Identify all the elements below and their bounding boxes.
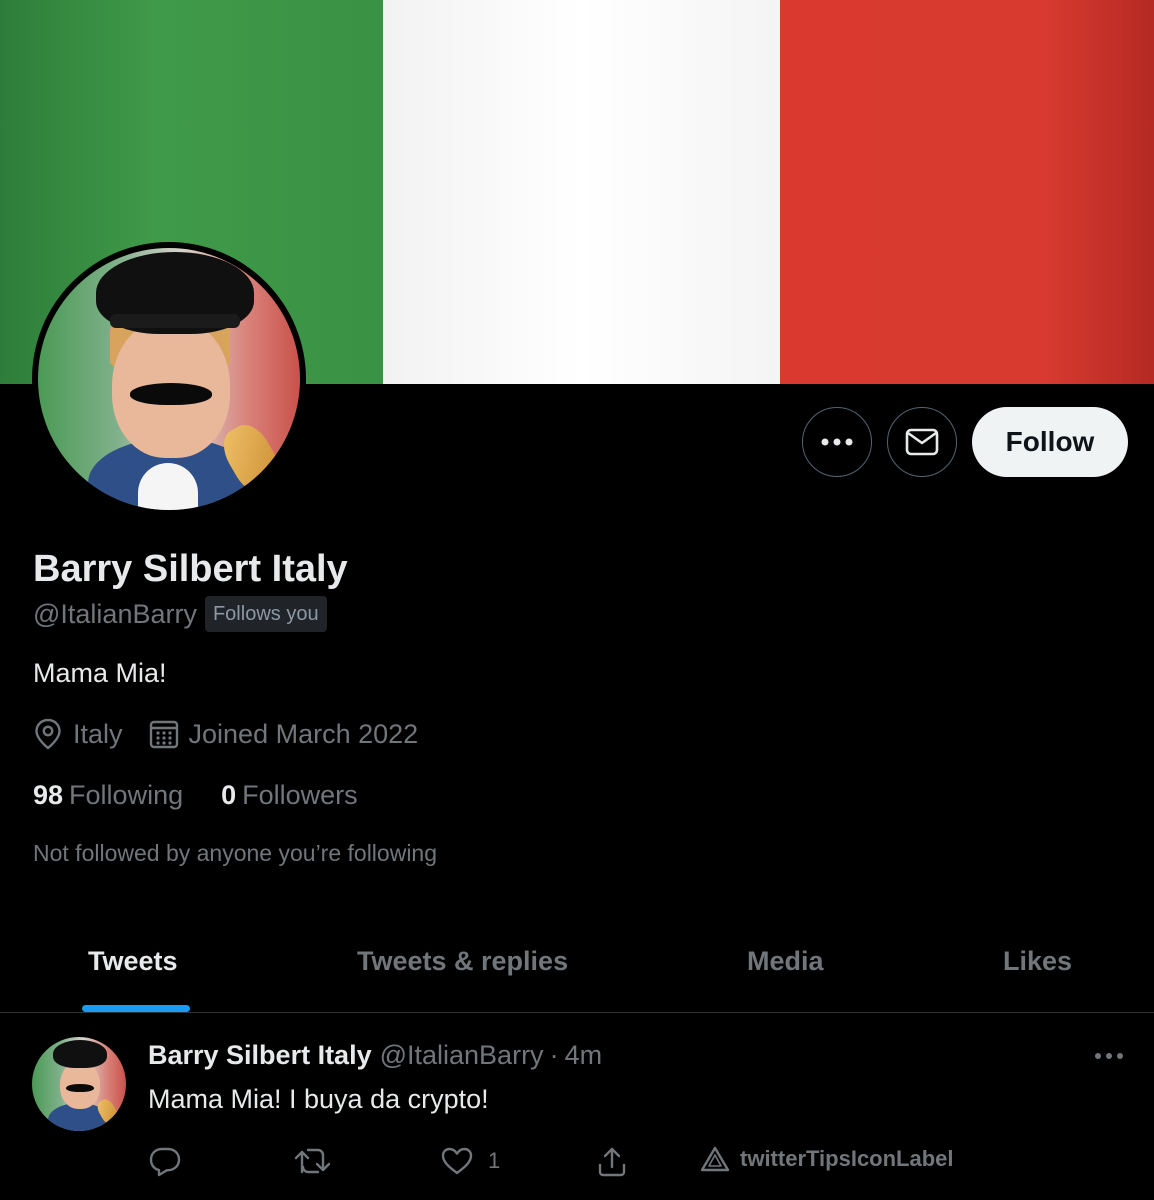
avatar-image (38, 248, 300, 510)
like-count: 1 (488, 1148, 501, 1173)
share-icon (598, 1147, 626, 1177)
tweet-header: Barry Silbert Italy @ItalianBarry · 4m (148, 1040, 602, 1071)
handle-row: @ItalianBarry Follows you (33, 596, 327, 632)
following-link[interactable]: 98 Following (33, 780, 183, 811)
follow-button[interactable]: Follow (972, 407, 1128, 477)
tweet-text: Mama Mia! I buya da crypto! (148, 1084, 489, 1114)
reply-button[interactable] (148, 1146, 182, 1178)
tweet-more-button[interactable] (1094, 1048, 1124, 1066)
message-button[interactable] (887, 407, 957, 477)
following-label: Following (69, 780, 184, 810)
flag-white-stripe (383, 0, 780, 384)
tweet-actions: 1 twitterTipsIconLabel (148, 1146, 1008, 1180)
tweet-avatar[interactable] (32, 1037, 126, 1131)
ellipsis-icon (821, 438, 853, 446)
followers-label: Followers (242, 780, 358, 810)
like-button[interactable]: 1 (440, 1146, 500, 1176)
follows-you-badge: Follows you (204, 596, 327, 632)
heart-icon (441, 1147, 473, 1175)
ellipsis-icon (1095, 1053, 1123, 1059)
joined-text: Joined March 2022 (188, 718, 419, 749)
location-text: Italy (73, 718, 123, 749)
joined-item: Joined March 2022 (149, 718, 419, 750)
profile-page: Follow Barry Silbert Italy @ItalianBarry… (0, 0, 1154, 1200)
more-button[interactable] (802, 407, 872, 477)
profile-meta: Italy Joined March 2022 (33, 718, 444, 750)
profile-tabs: Tweets Tweets & replies Media Likes (0, 918, 1154, 1013)
location-pin-icon (35, 718, 61, 750)
profile-handle: @ItalianBarry (33, 598, 197, 629)
share-button[interactable] (596, 1146, 628, 1178)
tweet-separator: · (549, 1040, 559, 1070)
profile-name: Barry Silbert Italy (33, 548, 348, 590)
calendar-icon (149, 720, 178, 749)
tweet-timestamp[interactable]: 4m (565, 1040, 603, 1071)
tips-label: twitterTipsIconLabel (740, 1146, 954, 1171)
retweet-button[interactable] (294, 1146, 332, 1176)
profile-avatar[interactable] (32, 242, 306, 516)
active-tab-indicator (82, 1005, 190, 1012)
flag-red-stripe (780, 0, 1154, 384)
profile-bio: Mama Mia! (33, 658, 167, 688)
location-item: Italy (33, 718, 123, 750)
reply-icon (149, 1147, 181, 1177)
mail-icon (905, 428, 939, 456)
mutual-followers-note: Not followed by anyone you’re following (33, 840, 438, 866)
followers-count: 0 (221, 780, 237, 810)
following-count: 98 (33, 780, 64, 810)
tab-tweets[interactable]: Tweets (88, 946, 178, 977)
tips-icon (700, 1146, 730, 1172)
tweet-author-handle[interactable]: @ItalianBarry (380, 1040, 544, 1071)
tweet-author-name[interactable]: Barry Silbert Italy (148, 1040, 372, 1071)
follow-stats: 98 Following 0 Followers (33, 780, 396, 811)
tips-button[interactable]: twitterTipsIconLabel (700, 1146, 954, 1172)
tab-tweets-replies[interactable]: Tweets & replies (357, 946, 568, 977)
tab-media[interactable]: Media (747, 946, 824, 977)
followers-link[interactable]: 0 Followers (221, 780, 358, 811)
retweet-icon (294, 1148, 331, 1174)
tab-likes[interactable]: Likes (1003, 946, 1072, 977)
